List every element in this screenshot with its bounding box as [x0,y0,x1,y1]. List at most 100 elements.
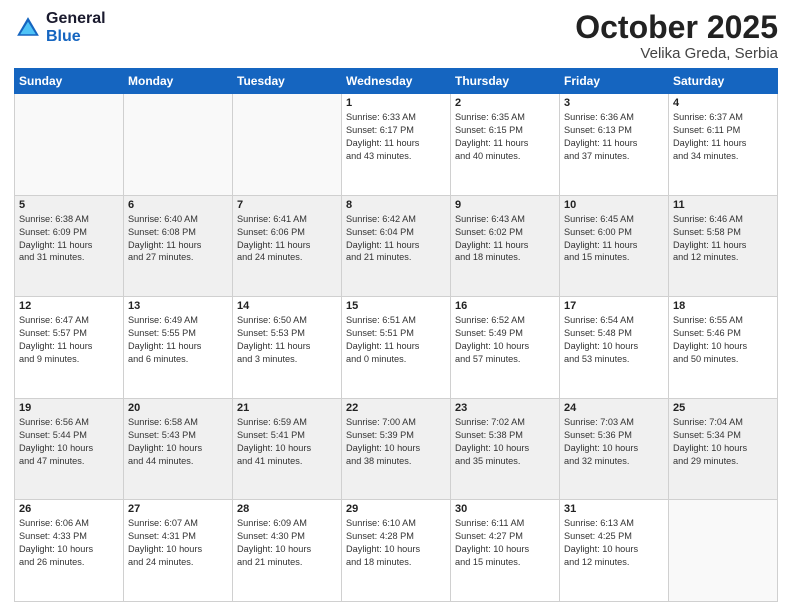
day-number: 10 [564,199,664,211]
day-number: 20 [128,402,228,414]
table-row: 26Sunrise: 6:06 AM Sunset: 4:33 PM Dayli… [15,500,124,602]
day-number: 2 [455,97,555,109]
logo-icon [14,14,42,42]
day-info: Sunrise: 6:50 AM Sunset: 5:53 PM Dayligh… [237,314,337,366]
day-info: Sunrise: 6:59 AM Sunset: 5:41 PM Dayligh… [237,416,337,468]
day-info: Sunrise: 6:38 AM Sunset: 6:09 PM Dayligh… [19,213,119,265]
col-thursday: Thursday [451,69,560,94]
day-info: Sunrise: 6:46 AM Sunset: 5:58 PM Dayligh… [673,213,773,265]
table-row: 20Sunrise: 6:58 AM Sunset: 5:43 PM Dayli… [124,398,233,500]
logo: General Blue [14,10,106,47]
calendar-week-row: 1Sunrise: 6:33 AM Sunset: 6:17 PM Daylig… [15,94,778,196]
table-row: 10 Sunrise: 6:45 AM Sunset: 6:00 PM Dayli… [560,195,669,297]
day-info: Sunrise: 6:37 AM Sunset: 6:11 PM Dayligh… [673,111,773,163]
table-row: 7 Sunrise: 6:41 AM Sunset: 6:06 PM Daylig… [233,195,342,297]
day-number: 31 [564,503,664,515]
calendar-week-row: 19Sunrise: 6:56 AM Sunset: 5:44 PM Dayli… [15,398,778,500]
day-info: Sunrise: 7:00 AM Sunset: 5:39 PM Dayligh… [346,416,446,468]
day-info: Sunrise: 6:54 AM Sunset: 5:48 PM Dayligh… [564,314,664,366]
day-number: 19 [19,402,119,414]
day-number: 26 [19,503,119,515]
table-row: 17 Sunrise: 6:54 AM Sunset: 5:48 PM Dayli… [560,297,669,399]
table-row: 6Sunrise: 6:40 AM Sunset: 6:08 PM Daylig… [124,195,233,297]
logo-text: General Blue [46,10,106,47]
day-number: 30 [455,503,555,515]
day-info: Sunrise: 7:04 AM Sunset: 5:34 PM Dayligh… [673,416,773,468]
table-row: 11Sunrise: 6:46 AM Sunset: 5:58 PM Dayli… [669,195,778,297]
table-row: 5 Sunrise: 6:38 AM Sunset: 6:09 PM Daylig… [15,195,124,297]
day-info: Sunrise: 6:10 AM Sunset: 4:28 PM Dayligh… [346,517,446,569]
table-row: 21 Sunrise: 6:59 AM Sunset: 5:41 PM Dayli… [233,398,342,500]
page: General Blue October 2025 Velika Greda, … [0,0,792,612]
day-number: 4 [673,97,773,109]
day-number: 24 [564,402,664,414]
day-number: 22 [346,402,446,414]
location: Velika Greda, Serbia [575,45,778,62]
day-number: 28 [237,503,337,515]
day-info: Sunrise: 6:11 AM Sunset: 4:27 PM Dayligh… [455,517,555,569]
table-row: 14 Sunrise: 6:50 AM Sunset: 5:53 PM Dayli… [233,297,342,399]
table-row: 16 Sunrise: 6:52 AM Sunset: 5:49 PM Dayli… [451,297,560,399]
table-row: 29 Sunrise: 6:10 AM Sunset: 4:28 PM Dayli… [342,500,451,602]
day-number: 25 [673,402,773,414]
day-info: Sunrise: 6:45 AM Sunset: 6:00 PM Dayligh… [564,213,664,265]
day-number: 27 [128,503,228,515]
calendar-header-row: Sunday Monday Tuesday Wednesday Thursday… [15,69,778,94]
table-row: 1Sunrise: 6:33 AM Sunset: 6:17 PM Daylig… [342,94,451,196]
day-info: Sunrise: 6:55 AM Sunset: 5:46 PM Dayligh… [673,314,773,366]
table-row: 19Sunrise: 6:56 AM Sunset: 5:44 PM Dayli… [15,398,124,500]
day-number: 21 [237,402,337,414]
table-row: 15 Sunrise: 6:51 AM Sunset: 5:51 PM Dayli… [342,297,451,399]
calendar-week-row: 5 Sunrise: 6:38 AM Sunset: 6:09 PM Daylig… [15,195,778,297]
day-info: Sunrise: 6:33 AM Sunset: 6:17 PM Dayligh… [346,111,446,163]
day-number: 12 [19,300,119,312]
table-row: 2 Sunrise: 6:35 AM Sunset: 6:15 PM Daylig… [451,94,560,196]
day-number: 18 [673,300,773,312]
calendar-week-row: 12Sunrise: 6:47 AM Sunset: 5:57 PM Dayli… [15,297,778,399]
day-number: 5 [19,199,119,211]
col-monday: Monday [124,69,233,94]
day-info: Sunrise: 6:49 AM Sunset: 5:55 PM Dayligh… [128,314,228,366]
day-info: Sunrise: 6:35 AM Sunset: 6:15 PM Dayligh… [455,111,555,163]
table-row [233,94,342,196]
table-row: 31Sunrise: 6:13 AM Sunset: 4:25 PM Dayli… [560,500,669,602]
calendar-week-row: 26Sunrise: 6:06 AM Sunset: 4:33 PM Dayli… [15,500,778,602]
table-row: 27 Sunrise: 6:07 AM Sunset: 4:31 PM Dayli… [124,500,233,602]
title-section: October 2025 Velika Greda, Serbia [575,10,778,62]
day-number: 23 [455,402,555,414]
day-info: Sunrise: 6:41 AM Sunset: 6:06 PM Dayligh… [237,213,337,265]
day-number: 8 [346,199,446,211]
table-row: 30 Sunrise: 6:11 AM Sunset: 4:27 PM Dayli… [451,500,560,602]
table-row: 13 Sunrise: 6:49 AM Sunset: 5:55 PM Dayli… [124,297,233,399]
day-number: 15 [346,300,446,312]
table-row [124,94,233,196]
table-row [15,94,124,196]
col-tuesday: Tuesday [233,69,342,94]
day-info: Sunrise: 7:03 AM Sunset: 5:36 PM Dayligh… [564,416,664,468]
day-info: Sunrise: 6:43 AM Sunset: 6:02 PM Dayligh… [455,213,555,265]
day-info: Sunrise: 6:52 AM Sunset: 5:49 PM Dayligh… [455,314,555,366]
day-info: Sunrise: 6:36 AM Sunset: 6:13 PM Dayligh… [564,111,664,163]
day-number: 16 [455,300,555,312]
col-friday: Friday [560,69,669,94]
day-info: Sunrise: 6:42 AM Sunset: 6:04 PM Dayligh… [346,213,446,265]
col-sunday: Sunday [15,69,124,94]
day-number: 17 [564,300,664,312]
day-number: 6 [128,199,228,211]
day-info: Sunrise: 6:51 AM Sunset: 5:51 PM Dayligh… [346,314,446,366]
calendar-table: Sunday Monday Tuesday Wednesday Thursday… [14,68,778,602]
header: General Blue October 2025 Velika Greda, … [14,10,778,62]
day-info: Sunrise: 6:07 AM Sunset: 4:31 PM Dayligh… [128,517,228,569]
day-info: Sunrise: 7:02 AM Sunset: 5:38 PM Dayligh… [455,416,555,468]
table-row: 12Sunrise: 6:47 AM Sunset: 5:57 PM Dayli… [15,297,124,399]
day-number: 14 [237,300,337,312]
col-saturday: Saturday [669,69,778,94]
day-number: 29 [346,503,446,515]
table-row: 22 Sunrise: 7:00 AM Sunset: 5:39 PM Dayli… [342,398,451,500]
table-row: 24 Sunrise: 7:03 AM Sunset: 5:36 PM Dayli… [560,398,669,500]
table-row: 28Sunrise: 6:09 AM Sunset: 4:30 PM Dayli… [233,500,342,602]
day-number: 3 [564,97,664,109]
day-number: 7 [237,199,337,211]
table-row: 25 Sunrise: 7:04 AM Sunset: 5:34 PM Dayli… [669,398,778,500]
day-number: 13 [128,300,228,312]
